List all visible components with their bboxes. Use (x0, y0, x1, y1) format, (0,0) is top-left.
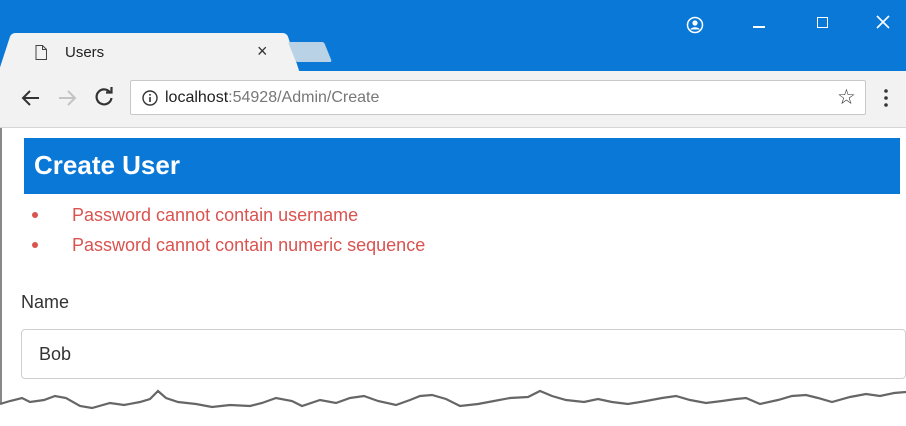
url-path: :54928/Admin/Create (228, 89, 380, 106)
maximize-icon[interactable] (817, 17, 828, 28)
error-text: Password cannot contain numeric sequence (72, 235, 426, 255)
more-vert-icon[interactable] (884, 88, 888, 108)
page-icon (35, 45, 47, 60)
bullet-icon (32, 212, 38, 218)
page-content: Create User Password cannot contain user… (0, 128, 906, 426)
bookmark-star-icon[interactable]: ☆ (837, 87, 856, 109)
account-icon[interactable] (686, 16, 704, 34)
browser-window: Users × localhost:54928/Admin/Create ☆ C… (0, 0, 906, 426)
browser-toolbar: localhost:54928/Admin/Create ☆ (0, 71, 906, 128)
bullet-icon (32, 242, 38, 248)
reload-icon[interactable] (93, 86, 115, 108)
title-bar: Users × (0, 0, 906, 71)
error-item: Password cannot contain username (32, 204, 425, 234)
error-item: Password cannot contain numeric sequence (32, 234, 425, 264)
info-icon[interactable] (142, 90, 158, 106)
minimize-icon[interactable] (753, 26, 765, 28)
name-input[interactable] (21, 329, 906, 379)
name-label: Name (21, 292, 70, 312)
tab-close-icon[interactable]: × (257, 41, 268, 61)
back-arrow-icon[interactable] (20, 87, 42, 109)
page-title: Create User (34, 150, 180, 180)
new-tab-button[interactable] (287, 42, 333, 62)
torn-edge (0, 389, 906, 426)
error-text: Password cannot contain username (72, 205, 359, 225)
close-icon[interactable] (873, 12, 893, 32)
validation-summary: Password cannot contain username Passwor… (32, 204, 425, 264)
url-text[interactable]: localhost:54928/Admin/Create (165, 89, 379, 107)
url-host: localhost (165, 89, 229, 106)
forward-arrow-icon[interactable] (56, 87, 78, 109)
tab-title: Users (65, 44, 105, 61)
tab-users[interactable]: Users × (13, 33, 285, 71)
page-header: Create User (24, 138, 900, 194)
address-bar[interactable]: localhost:54928/Admin/Create ☆ (130, 80, 866, 115)
